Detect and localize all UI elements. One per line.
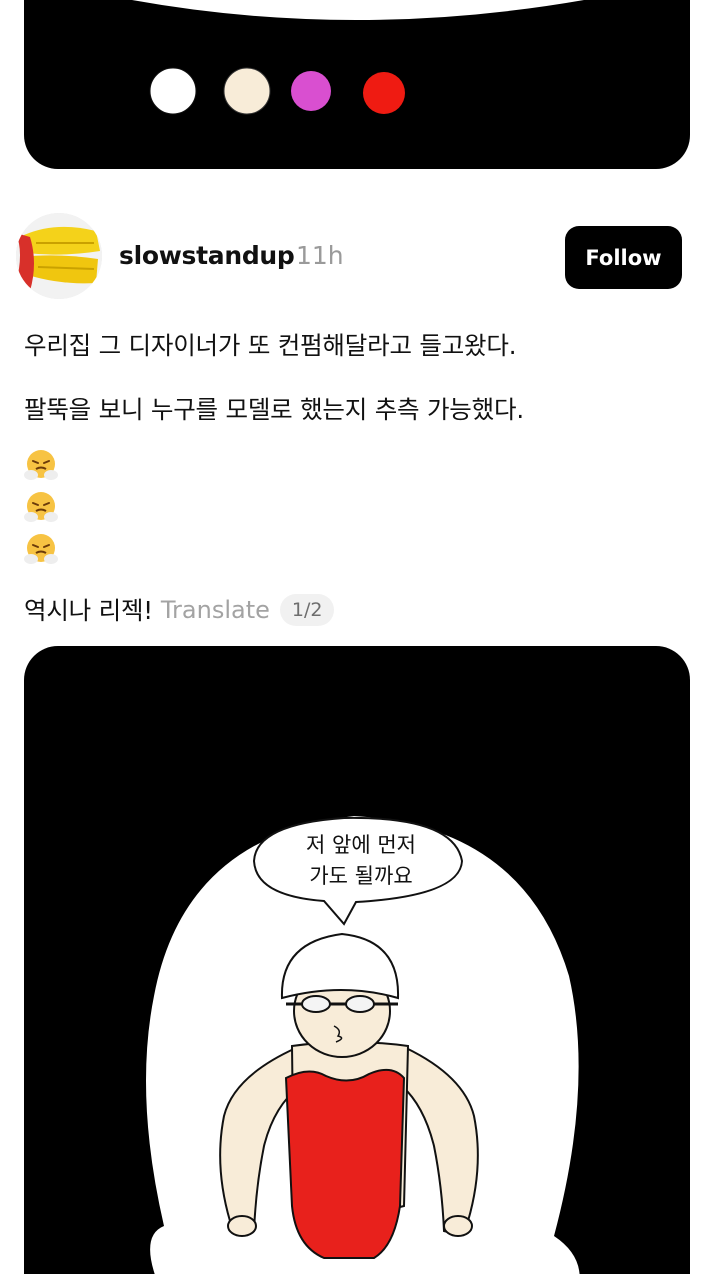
post-timestamp: 11h (296, 241, 344, 270)
speech-bubble-line: 저 앞에 먼저 (306, 833, 416, 857)
post-text-line: 역시나 리젝! (24, 596, 153, 625)
face-with-steam-emoji-icon (24, 534, 58, 564)
avatar[interactable] (16, 213, 102, 299)
post-header: slowstandup 11h Follow (16, 213, 698, 303)
face-with-steam-emoji-icon (24, 492, 58, 522)
speech-bubble-line: 가도 될까요 (309, 864, 413, 888)
swimmer-illustration (146, 816, 580, 1274)
face-with-steam-emoji-icon (24, 450, 58, 480)
previous-post-image[interactable] (24, 0, 690, 169)
swim-fins-avatar-icon (16, 213, 102, 299)
username-link[interactable]: slowstandup (119, 241, 295, 270)
post-text-line: 팔뚝을 보니 누구를 모델로 했는지 추측 가능했다. (24, 395, 524, 424)
color-swatches-illustration (132, 0, 584, 115)
follow-button[interactable]: Follow (565, 226, 682, 289)
translate-link[interactable]: Translate (161, 596, 270, 624)
speech-bubble-text: 저 앞에 먼저 가도 될까요 (274, 830, 448, 892)
carousel-page-indicator: 1/2 (279, 593, 335, 626)
post-text-line: 우리집 그 디자이너가 또 컨펌해달라고 들고왔다. (24, 331, 517, 360)
post-last-line: 역시나 리젝! Translate 1/2 (24, 592, 335, 627)
post-image[interactable]: 저 앞에 먼저 가도 될까요 (24, 646, 690, 1274)
